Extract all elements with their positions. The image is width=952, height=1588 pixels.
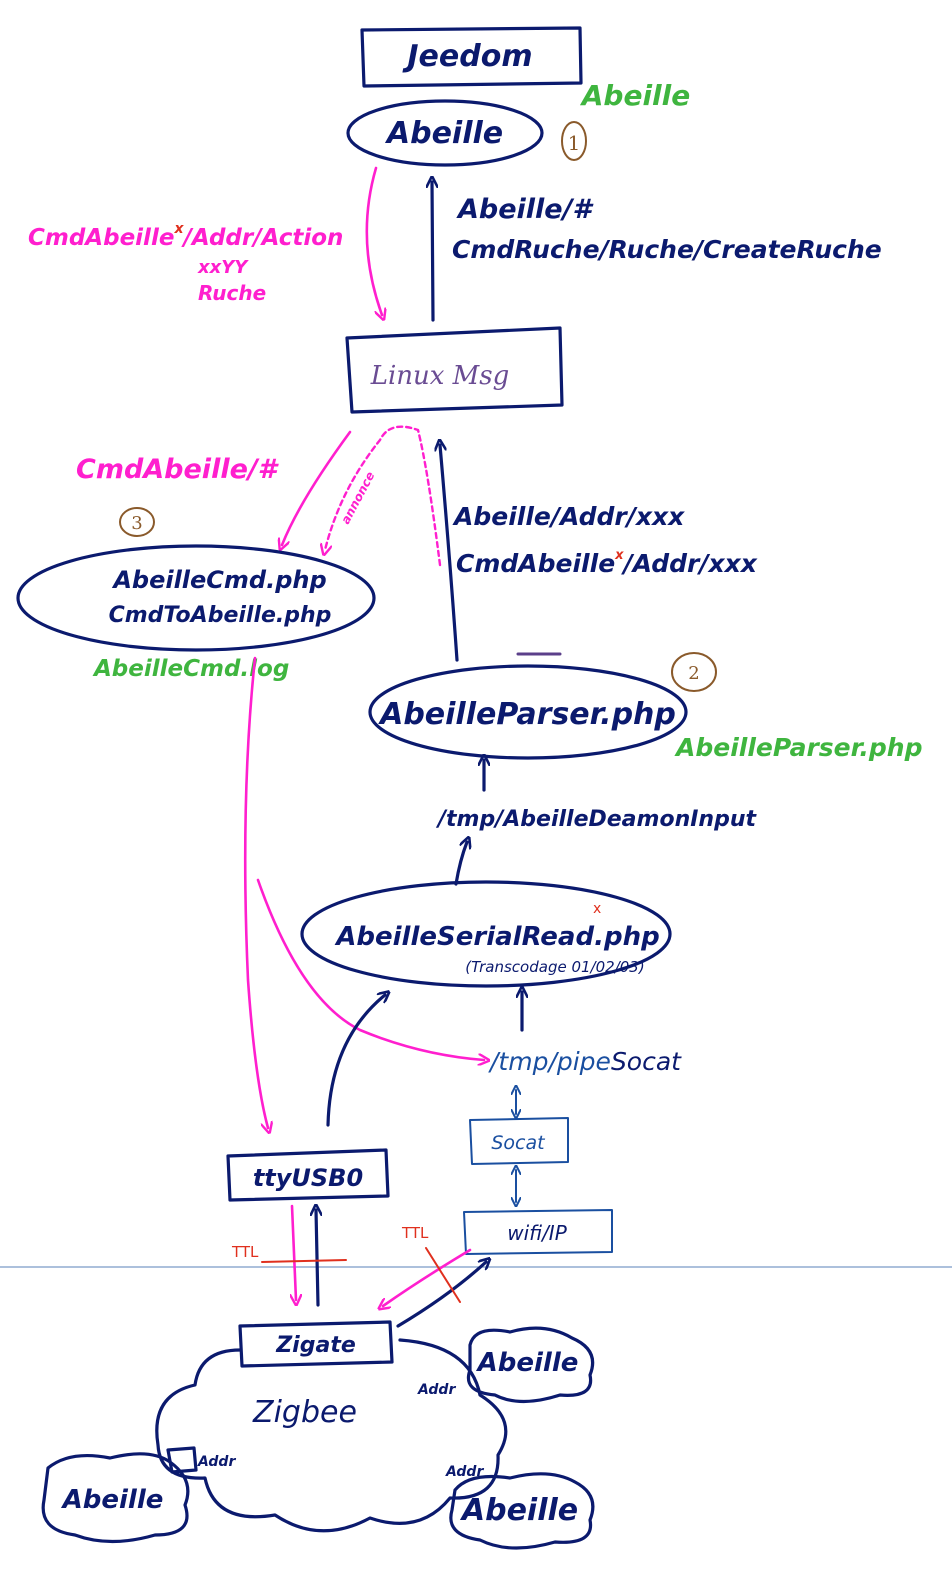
- linux-msg-label: Linux Msg: [370, 361, 510, 391]
- arrow-cmd-to-pipe: [256, 878, 484, 1060]
- abeille-cmd-line1: AbeilleCmd.php: [111, 566, 326, 594]
- device-left-connector: [166, 1446, 198, 1474]
- arrow-msg-to-abeille: [432, 182, 433, 322]
- parser-out-line1: Abeille/Addr/xxx: [452, 502, 685, 531]
- asterisk-3: x: [593, 901, 601, 917]
- device-right-bottom-node: Abeille: [449, 1472, 595, 1550]
- addr-2-label: Addr: [197, 1454, 236, 1470]
- svg-text:3: 3: [131, 513, 142, 534]
- abeille-parser-label: AbeilleParser.php: [378, 697, 676, 732]
- svg-text:1: 1: [568, 131, 581, 155]
- arrow-parser-to-msg: [440, 445, 459, 662]
- zigate-node: Zigate: [238, 1320, 394, 1368]
- arrow-cmd-to-tty: [243, 656, 268, 1128]
- step-2-badge: 2: [671, 652, 717, 692]
- jeedom-node: Jeedom: [360, 26, 583, 88]
- parser-out-line2: CmdAbeillex/Addr/xxx: [456, 548, 758, 578]
- zigate-label: Zigate: [275, 1333, 356, 1358]
- step-3-badge: 3: [119, 507, 155, 537]
- ttl-right-label: TTL: [401, 1224, 429, 1242]
- tty-label: ttyUSB0: [253, 1164, 363, 1192]
- diagram-canvas: Jeedom Abeille Abeille 1 Abeille/# CmdRu…: [0, 26, 952, 1550]
- serial-read-node: AbeilleSerialRead.php x (Transcodage 01/…: [300, 880, 672, 988]
- addr-3-label: Addr: [445, 1464, 484, 1480]
- green-abeille-cmd-label: AbeilleCmd.log: [92, 656, 289, 682]
- pink-cmd2-label: CmdAbeille/#: [76, 454, 280, 485]
- pink-cmd-line1: CmdAbeillex/Addr/Action: [28, 221, 343, 251]
- tmp-pipe-label: /tmp/pipeSocat: [488, 1047, 682, 1076]
- jeedom-label: Jeedom: [402, 39, 532, 74]
- addr-1-label: Addr: [417, 1382, 456, 1398]
- tty-node: ttyUSB0: [226, 1148, 390, 1202]
- arrow-zigate-to-tty: [316, 1210, 318, 1307]
- arrow-msg-to-cmd: [282, 430, 352, 545]
- socat-node: Socat: [469, 1117, 569, 1165]
- step-1-badge: 1: [561, 121, 587, 161]
- device-right-top-node: Abeille: [466, 1326, 595, 1404]
- arrow-annonce-dashed: [325, 425, 442, 567]
- abeille-parser-node: AbeilleParser.php: [368, 664, 688, 760]
- tmp-input-label: /tmp/AbeilleDeamonInput: [435, 807, 757, 832]
- arrow-abeille-to-msg: [365, 166, 382, 315]
- device-left-bottom-label: Abeille: [61, 1485, 164, 1515]
- zigbee-label: Zigbee: [252, 1395, 357, 1430]
- ttl-left-strike: [261, 1259, 347, 1263]
- serial-read-line2: (Transcodage 01/02/03): [465, 958, 644, 976]
- abeille-plugin-label: Abeille: [385, 116, 503, 151]
- wifi-label: wifi/IP: [507, 1221, 567, 1245]
- pink-cmd-line3: Ruche: [198, 281, 266, 305]
- abeille-cmd-line2: CmdToAbeille.php: [109, 603, 332, 628]
- up-msg-line1: Abeille/#: [456, 194, 594, 225]
- abeille-cmd-node: AbeilleCmd.php CmdToAbeille.php: [16, 544, 376, 652]
- svg-text:2: 2: [688, 663, 699, 684]
- pink-cmd-line2: xxYY: [197, 257, 249, 278]
- green-abeille-label: Abeille: [580, 79, 691, 112]
- wifi-node: wifi/IP: [463, 1209, 613, 1255]
- linux-msg-node: Linux Msg: [345, 326, 564, 414]
- arrow-tty-to-zigate: [292, 1204, 296, 1300]
- arrow-serial-to-input: [454, 842, 467, 886]
- abeille-plugin-node: Abeille: [346, 99, 544, 167]
- ttl-left-label: TTL: [231, 1243, 259, 1261]
- serial-read-line1: AbeilleSerialRead.php: [334, 922, 659, 952]
- device-right-top-label: Abeille: [476, 1348, 579, 1378]
- device-right-bottom-label: Abeille: [460, 1493, 578, 1528]
- up-msg-line2: CmdRuche/Ruche/CreateRuche: [452, 235, 882, 264]
- green-parser-label: AbeilleParser.php: [674, 733, 922, 762]
- socat-label: Socat: [491, 1132, 546, 1154]
